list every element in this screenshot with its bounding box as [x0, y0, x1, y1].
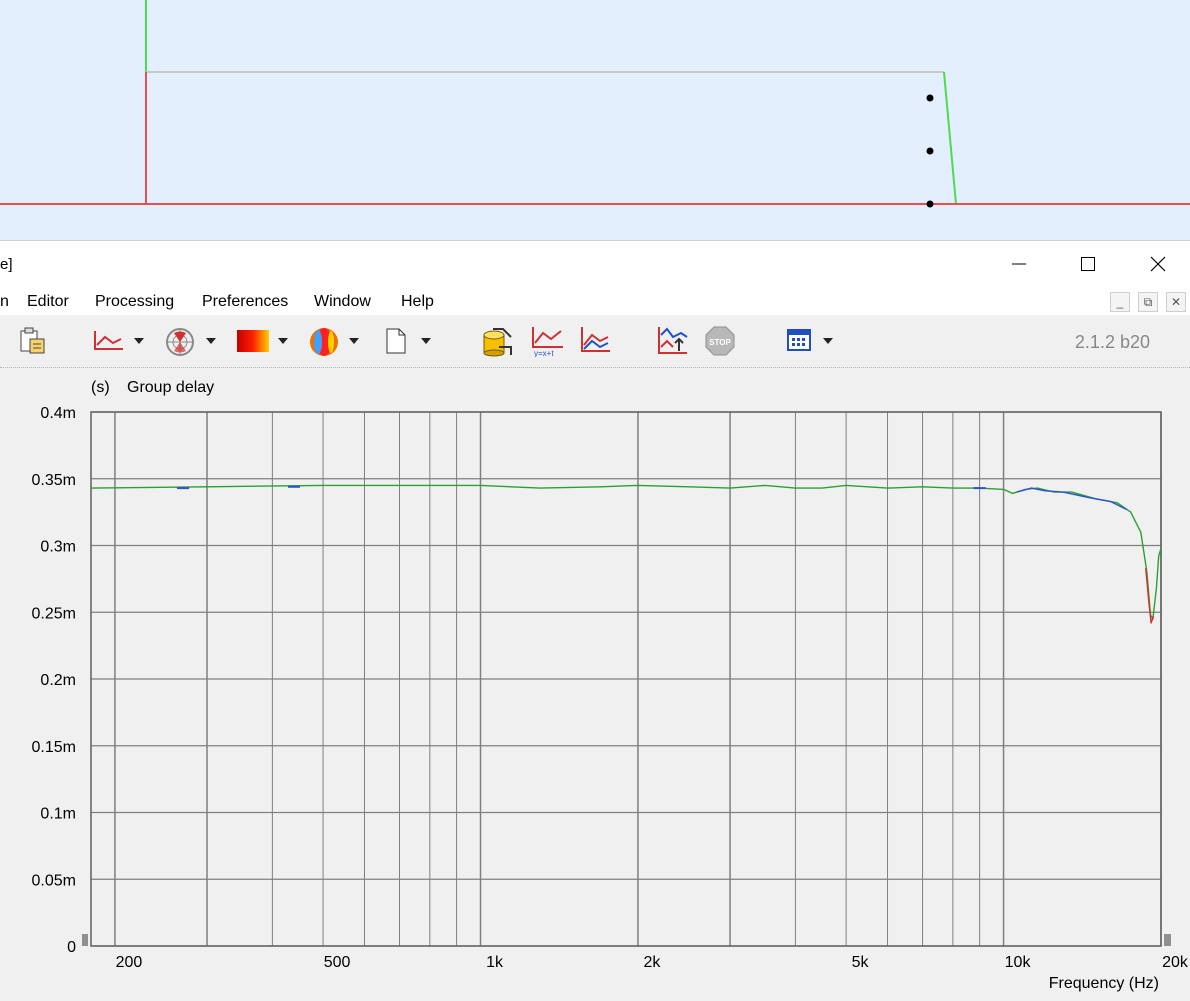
menu-item-editor[interactable]: Editor: [27, 293, 69, 311]
y-tick-label: 0.4m: [40, 405, 76, 422]
y-tick-label: 0.2m: [40, 672, 76, 689]
close-icon: [1150, 256, 1166, 272]
cylinder-icon[interactable]: [481, 325, 515, 357]
y-tick-label: 0.15m: [32, 739, 76, 756]
window-title: e]: [0, 256, 13, 273]
x-tick-label: 200: [116, 954, 143, 971]
x-tick-label: 20k: [1162, 954, 1189, 971]
balloon-icon[interactable]: [308, 327, 340, 357]
app-window: e] n Editor Processing Preferences Windo…: [0, 240, 1190, 996]
preview-handle[interactable]: [926, 147, 934, 155]
preview-pane: [0, 0, 1190, 240]
x-tick-label: 2k: [644, 954, 662, 971]
y-tick-label: 0.05m: [32, 872, 76, 889]
mdi-close-button[interactable]: ✕: [1166, 292, 1186, 312]
x-tick-label: 1k: [486, 954, 504, 971]
mdi-restore-button[interactable]: ⧉: [1138, 292, 1158, 312]
mdi-minimize-icon: _: [1116, 295, 1124, 309]
menu-item-truncated[interactable]: n: [0, 293, 9, 311]
menu-item-help[interactable]: Help: [401, 293, 434, 311]
minimize-button[interactable]: [997, 249, 1041, 279]
minimize-icon: [1012, 263, 1026, 265]
group-delay-chart[interactable]: 0 0.05m 0.1m 0.15m 0.2m 0.25m 0.3m 0.35m 0.4m 200…: [0, 368, 1190, 996]
polar-icon[interactable]: [164, 327, 196, 357]
mdi-restore-icon: ⧉: [1143, 294, 1153, 309]
chevron-down-icon[interactable]: [205, 337, 217, 345]
maximize-icon: [1081, 257, 1095, 271]
preview-graph: [0, 0, 1190, 208]
y-tick-label: 0: [67, 939, 76, 956]
graph-icon[interactable]: [93, 329, 125, 353]
y-tick-label: 0.35m: [32, 472, 76, 489]
chevron-down-icon[interactable]: [277, 337, 289, 345]
x-range-handle-right[interactable]: [1164, 934, 1171, 946]
x-tick-label: 5k: [852, 954, 870, 971]
menu-item-preferences[interactable]: Preferences: [202, 293, 288, 311]
svg-text:y=x+t: y=x+t: [534, 349, 554, 357]
chevron-down-icon[interactable]: [420, 337, 432, 345]
graph-formula-icon[interactable]: y=x+t: [531, 325, 565, 357]
toolbar: y=x+t STOP 2.1.2 b20: [0, 315, 1190, 368]
chart-title: Group delay: [127, 379, 214, 396]
menu-bar: n Editor Processing Preferences Window H…: [0, 287, 1190, 315]
heatmap-icon[interactable]: [236, 329, 270, 353]
chevron-down-icon[interactable]: [133, 337, 145, 345]
mdi-close-icon: ✕: [1170, 295, 1182, 309]
mdi-minimize-button[interactable]: _: [1110, 292, 1130, 312]
calendar-grid-icon[interactable]: [787, 329, 813, 353]
y-tick-label: 0.3m: [40, 539, 76, 556]
preview-handle[interactable]: [926, 200, 934, 208]
title-bar: e]: [0, 240, 1190, 288]
close-button[interactable]: [1136, 249, 1180, 279]
y-axis-label: (s): [91, 379, 110, 396]
graph-overlay-icon[interactable]: [580, 325, 612, 355]
menu-item-processing[interactable]: Processing: [95, 293, 174, 311]
x-axis-label: Frequency (Hz): [1049, 975, 1159, 992]
preview-handle[interactable]: [926, 94, 934, 102]
x-tick-label: 500: [324, 954, 351, 971]
stop-icon[interactable]: STOP: [705, 326, 735, 356]
chevron-down-icon[interactable]: [822, 337, 834, 345]
x-range-handle-left[interactable]: [82, 934, 88, 946]
svg-text:STOP: STOP: [709, 338, 731, 347]
menu-item-window[interactable]: Window: [314, 293, 371, 311]
version-label: 2.1.2 b20: [1074, 332, 1150, 352]
preview-green-slope: [943, 71, 957, 205]
blank-page-icon[interactable]: [385, 327, 407, 355]
clipboard-icon[interactable]: [18, 327, 48, 355]
graph-export-icon[interactable]: [657, 325, 689, 357]
graph-area[interactable]: 0 0.05m 0.1m 0.15m 0.2m 0.25m 0.3m 0.35m 0.4m 200…: [0, 368, 1190, 996]
x-tick-label: 10k: [1005, 954, 1032, 971]
chevron-down-icon[interactable]: [348, 337, 360, 345]
y-tick-label: 0.25m: [32, 605, 76, 622]
y-tick-label: 0.1m: [40, 806, 76, 823]
maximize-button[interactable]: [1066, 249, 1110, 279]
